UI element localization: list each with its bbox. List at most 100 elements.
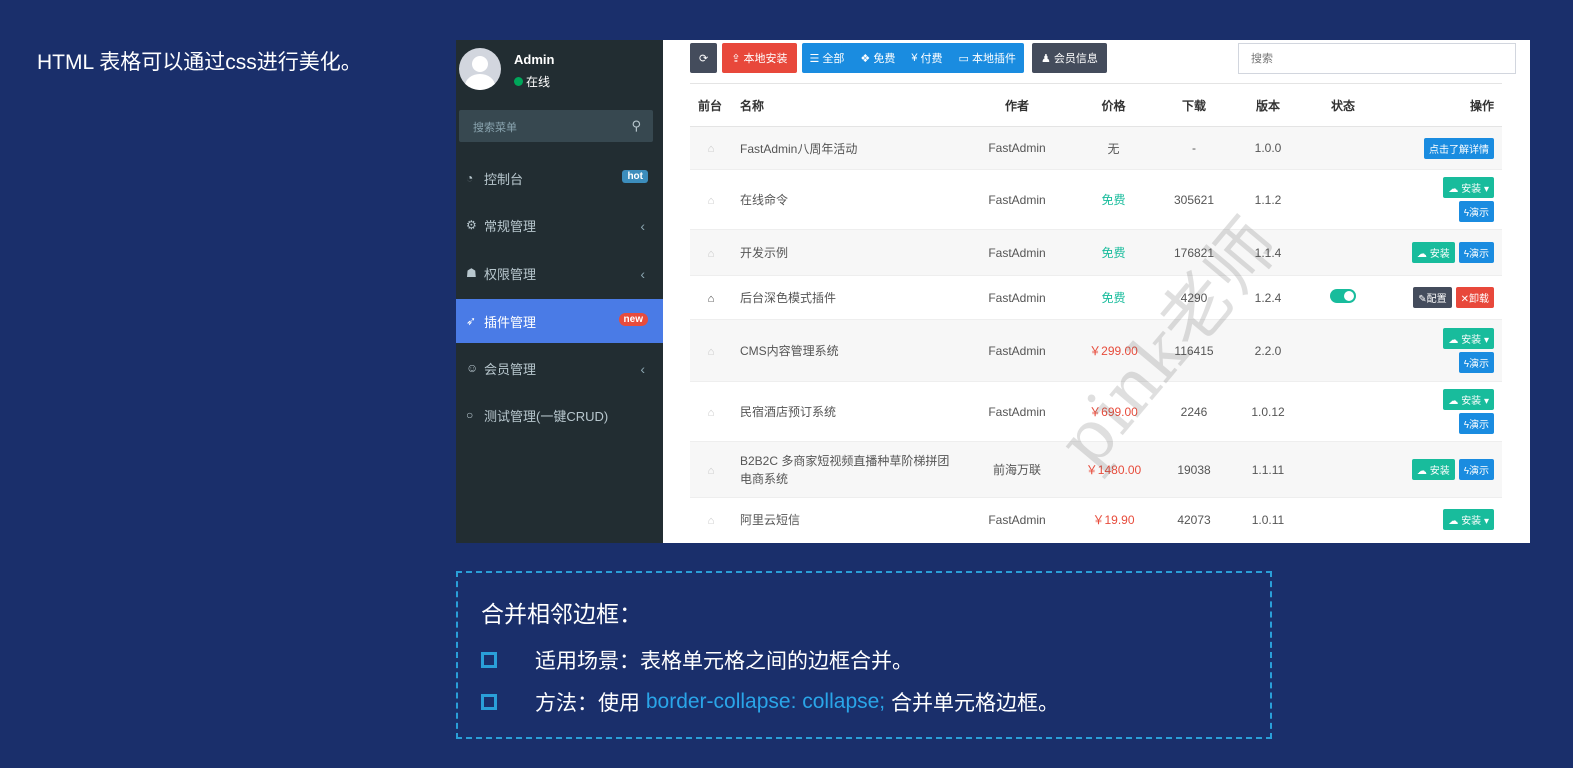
plugin-author: FastAdmin — [967, 169, 1067, 230]
pencil-icon: ✎ — [1418, 294, 1427, 305]
home-icon[interactable]: ⌂ — [708, 293, 715, 305]
filter-local-button[interactable]: ▭ 本地插件 — [950, 43, 1024, 73]
plugin-status — [1308, 169, 1378, 230]
sidebar-item-dashboard[interactable]: ◔ 控制台 hot — [456, 156, 663, 200]
table-row: ⌂ FastAdmin八周年活动 FastAdmin 无 - 1.0.0 点击了… — [690, 126, 1502, 170]
demo-button[interactable]: ϟ演示 — [1458, 413, 1494, 434]
plugin-author: FastAdmin — [967, 319, 1067, 382]
square-bullet-icon — [481, 694, 497, 710]
plugin-status — [1308, 319, 1378, 382]
demo-button[interactable]: ϟ演示 — [1458, 352, 1494, 373]
cogs-icon: ⚙ — [466, 218, 477, 232]
refresh-icon: ⟳ — [699, 52, 709, 65]
col-price[interactable]: 价格 — [1067, 83, 1160, 127]
home-icon[interactable]: ⌂ — [708, 346, 715, 358]
search-icon[interactable]: ⚲ — [631, 118, 641, 134]
table-row: ⌂ 阿里云短信 FastAdmin ￥19.90 42073 1.0.11 ☁ … — [690, 497, 1502, 542]
user-icon: ♟ — [1040, 52, 1054, 65]
install-button[interactable]: ☁ 安装 — [1411, 459, 1455, 480]
plugin-table: 前台 名称 作者 价格 下载 版本 状态 操作 ⌂ FastAdmin八周年活动… — [690, 83, 1502, 542]
details-button[interactable]: 点击了解详情 — [1424, 137, 1494, 159]
col-frontend[interactable]: 前台 — [690, 83, 732, 127]
sidebar-item-permissions[interactable]: ☗ 权限管理 ‹ — [456, 251, 663, 295]
online-dot-icon — [514, 77, 523, 86]
plugin-author: FastAdmin — [967, 381, 1067, 442]
uninstall-button[interactable]: ✕卸载 — [1455, 287, 1494, 308]
screenshot-panel: Admin 在线 搜索菜单 ⚲ ◔ 控制台 hot ⚙ 常规管理 ‹ ☗ 权限管… — [456, 40, 1530, 543]
refresh-button[interactable]: ⟳ — [690, 43, 718, 73]
cloud-icon: ☁ — [1448, 516, 1462, 528]
sidebar-item-members[interactable]: ☺ 会员管理 ‹ — [456, 346, 663, 390]
home-icon[interactable]: ⌂ — [708, 515, 715, 527]
col-author[interactable]: 作者 — [967, 83, 1067, 127]
plugin-status — [1308, 497, 1378, 542]
plugin-version: 1.0.11 — [1228, 497, 1308, 542]
cloud-icon: ☁ — [1416, 466, 1430, 477]
install-button[interactable]: ☁ 安装 — [1411, 242, 1455, 263]
plugin-name: B2B2C 多商家短视频直播种草阶梯拼团电商系统 — [732, 441, 967, 498]
install-button[interactable]: ☁ 安装 ▾ — [1443, 389, 1494, 410]
demo-button[interactable]: ϟ演示 — [1458, 242, 1494, 263]
plugin-status — [1308, 441, 1378, 498]
table-row: ⌂ CMS内容管理系统 FastAdmin ￥299.00 116415 2.2… — [690, 319, 1502, 382]
yen-icon: ¥ — [911, 52, 921, 64]
new-badge: new — [618, 313, 648, 326]
table-row: ⌂ B2B2C 多商家短视频直播种草阶梯拼团电商系统 前海万联 ￥1480.00… — [690, 441, 1502, 498]
plugin-version: 1.1.11 — [1228, 441, 1308, 498]
user-circle-icon: ☺ — [466, 361, 479, 375]
sidebar: Admin 在线 搜索菜单 ⚲ ◔ 控制台 hot ⚙ 常规管理 ‹ ☗ 权限管… — [456, 40, 663, 543]
plugin-name: 在线命令 — [732, 169, 967, 230]
install-button[interactable]: ☁ 安装 ▾ — [1443, 177, 1494, 198]
install-button[interactable]: ☁ 安装 ▾ — [1443, 328, 1494, 349]
plugin-version: 1.2.4 — [1228, 275, 1308, 320]
plugin-price: 免费 — [1067, 275, 1160, 320]
col-name[interactable]: 名称 — [732, 83, 967, 127]
plugin-search-input[interactable] — [1239, 44, 1515, 73]
plugin-downloads: 176821 — [1160, 229, 1228, 276]
col-actions: 操作 — [1378, 83, 1502, 127]
status-toggle[interactable] — [1330, 289, 1356, 303]
table-header-row: 前台 名称 作者 价格 下载 版本 状态 操作 — [690, 83, 1502, 127]
home-icon[interactable]: ⌂ — [708, 465, 715, 477]
table-row: ⌂ 在线命令 FastAdmin 免费 305621 1.1.2 ☁ 安装 ▾ ϟ… — [690, 169, 1502, 230]
plugin-name: 民宿酒店预订系统 — [732, 381, 967, 442]
sidebar-item-plugins[interactable]: ➶ 插件管理 new — [456, 299, 663, 343]
plugin-name: 阿里云短信 — [732, 497, 967, 542]
plugin-search — [1238, 43, 1516, 74]
member-info-button[interactable]: ♟ 会员信息 — [1031, 43, 1107, 73]
home-icon[interactable]: ⌂ — [708, 195, 715, 207]
plugin-downloads: 305621 — [1160, 169, 1228, 230]
plugin-status — [1308, 381, 1378, 442]
user-name: Admin — [514, 52, 555, 67]
rocket-icon: ➶ — [466, 314, 477, 328]
local-install-button[interactable]: ⇪ 本地安装 — [722, 43, 797, 73]
sidebar-search[interactable]: 搜索菜单 ⚲ — [459, 110, 653, 142]
code-snippet: border-collapse: collapse; — [645, 690, 886, 713]
home-icon[interactable]: ⌂ — [708, 407, 715, 419]
toolbar: ⟳ ⇪ 本地安装 ☰ 全部 ❖ 免费 ¥ 付费 ▭ 本地插件 ♟ 会员信息 — [690, 43, 1112, 73]
table-row: ⌂ 后台深色模式插件 FastAdmin 免费 4290 1.2.4 ✎配置 ✕卸… — [690, 275, 1502, 320]
plugin-name: 开发示例 — [732, 229, 967, 276]
sidebar-item-test-crud[interactable]: ○ 测试管理(一键CRUD) — [456, 393, 663, 437]
note-box: 合并相邻边框： 适用场景：表格单元格之间的边框合并。 方法：使用 border-… — [456, 571, 1272, 739]
col-downloads[interactable]: 下载 — [1160, 83, 1228, 127]
table-row: ⌂ 开发示例 FastAdmin 免费 176821 1.1.4 ☁ 安装 ϟ演示 — [690, 229, 1502, 276]
col-version[interactable]: 版本 — [1228, 83, 1308, 127]
upload-icon: ⇪ — [731, 52, 744, 65]
plugin-name: FastAdmin八周年活动 — [732, 126, 967, 170]
plugin-name: CMS内容管理系统 — [732, 319, 967, 382]
user-status: 在线 — [514, 73, 550, 90]
home-icon[interactable]: ⌂ — [708, 143, 715, 155]
demo-button[interactable]: ϟ演示 — [1458, 201, 1494, 222]
install-button[interactable]: ☁ 安装 ▾ — [1443, 509, 1494, 531]
config-button[interactable]: ✎配置 — [1413, 287, 1452, 308]
chevron-left-icon: ‹ — [640, 218, 645, 234]
filter-all-button[interactable]: ☰ 全部 — [801, 43, 853, 73]
avatar[interactable] — [459, 48, 501, 90]
sidebar-item-general[interactable]: ⚙ 常规管理 ‹ — [456, 203, 663, 247]
filter-paid-button[interactable]: ¥ 付费 — [903, 43, 951, 73]
col-status[interactable]: 状态 — [1308, 83, 1378, 127]
filter-free-button[interactable]: ❖ 免费 — [852, 43, 904, 73]
demo-button[interactable]: ϟ演示 — [1458, 459, 1494, 480]
home-icon[interactable]: ⌂ — [708, 248, 715, 260]
